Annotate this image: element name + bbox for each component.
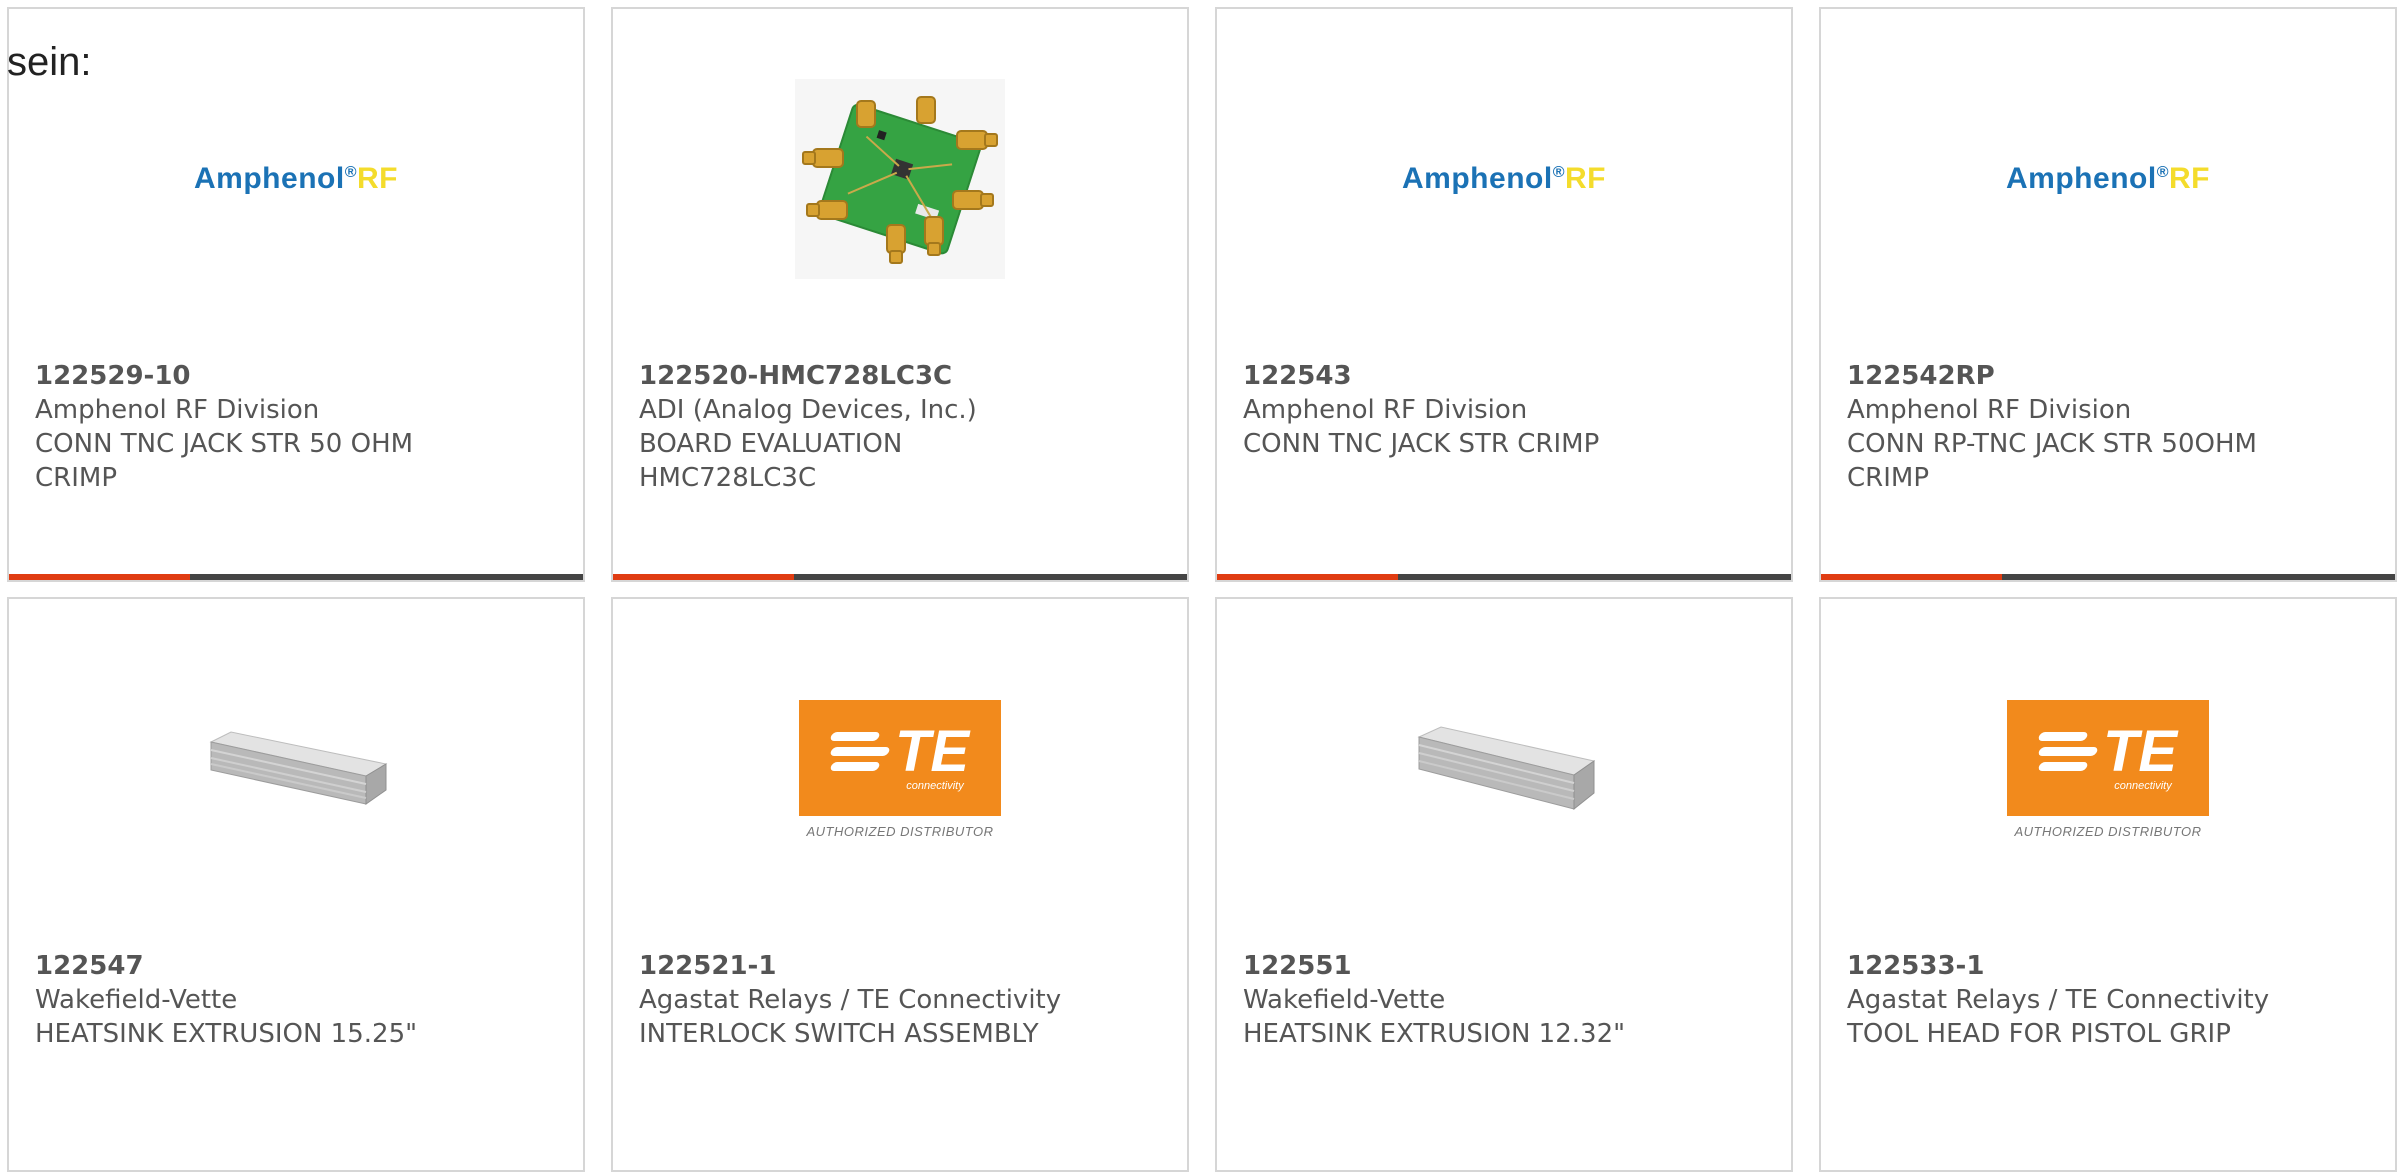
description: CONN TNC JACK STR CRIMP — [1243, 429, 1600, 459]
part-number[interactable]: 122547 — [35, 949, 563, 983]
te-connectivity-logo: TE connectivity AUTHORIZED DISTRIBUTOR — [2007, 699, 2209, 839]
product-image[interactable]: Amphenol®RF — [9, 49, 583, 309]
description: CONN TNC JACK STR 50 OHM CRIMP — [35, 429, 414, 493]
manufacturer: Amphenol RF Division — [1847, 395, 2132, 425]
card-bottom-bar-accent — [613, 574, 794, 580]
heatsink-photo — [1417, 726, 1596, 811]
product-image[interactable]: TE connectivity AUTHORIZED DISTRIBUTOR — [1821, 639, 2395, 899]
product-image[interactable]: TE connectivity AUTHORIZED DISTRIBUTOR — [613, 639, 1187, 899]
product-card[interactable]: 122551 Wakefield-Vette HEATSINK EXTRUSIO… — [1215, 597, 1793, 1172]
description: BOARD EVALUATION HMC728LC3C — [639, 429, 903, 493]
card-bottom-bar — [9, 574, 583, 580]
part-number[interactable]: 122529-10 — [35, 359, 563, 393]
product-image[interactable] — [1217, 639, 1791, 899]
product-image[interactable] — [613, 49, 1187, 309]
product-card[interactable]: 122520-HMC728LC3C ADI (Analog Devices, I… — [611, 7, 1189, 582]
description: TOOL HEAD FOR PISTOL GRIP — [1847, 1019, 2231, 1049]
product-card[interactable]: Amphenol®RF 122529-10 Amphenol RF Divisi… — [7, 7, 585, 582]
product-card[interactable]: Amphenol®RF 122543 Amphenol RF Division … — [1215, 7, 1793, 582]
product-card[interactable]: Amphenol®RF 122542RP Amphenol RF Divisio… — [1819, 7, 2397, 582]
product-image[interactable] — [9, 639, 583, 899]
intro-text: sein: — [7, 40, 92, 84]
card-bottom-bar-accent — [9, 574, 190, 580]
manufacturer: Agastat Relays / TE Connectivity — [639, 985, 1062, 1015]
part-number[interactable]: 122533-1 — [1847, 949, 2375, 983]
manufacturer: Amphenol RF Division — [1243, 395, 1528, 425]
amphenol-rf-logo: Amphenol®RF — [2006, 162, 2210, 195]
part-number[interactable]: 122520-HMC728LC3C — [639, 359, 1167, 393]
product-card[interactable]: 122547 Wakefield-Vette HEATSINK EXTRUSIO… — [7, 597, 585, 1172]
card-bottom-bar — [1217, 574, 1791, 580]
part-number[interactable]: 122551 — [1243, 949, 1771, 983]
manufacturer: Wakefield-Vette — [35, 985, 238, 1015]
product-image[interactable]: Amphenol®RF — [1821, 49, 2395, 309]
manufacturer: ADI (Analog Devices, Inc.) — [639, 395, 977, 425]
description: CONN RP-TNC JACK STR 50OHM CRIMP — [1847, 429, 2257, 493]
manufacturer: Wakefield-Vette — [1243, 985, 1446, 1015]
evaluation-board-photo — [795, 79, 1005, 279]
product-card[interactable]: TE connectivity AUTHORIZED DISTRIBUTOR 1… — [611, 597, 1189, 1172]
product-image[interactable]: Amphenol®RF — [1217, 49, 1791, 309]
part-number[interactable]: 122542RP — [1847, 359, 2375, 393]
description: HEATSINK EXTRUSION 12.32" — [1243, 1019, 1626, 1049]
card-bottom-bar-accent — [1217, 574, 1398, 580]
amphenol-rf-logo: Amphenol®RF — [1402, 162, 1606, 195]
description: INTERLOCK SWITCH ASSEMBLY — [639, 1019, 1039, 1049]
amphenol-rf-logo: Amphenol®RF — [194, 162, 398, 195]
te-connectivity-logo: TE connectivity AUTHORIZED DISTRIBUTOR — [799, 699, 1001, 839]
part-number[interactable]: 122521-1 — [639, 949, 1167, 983]
manufacturer: Agastat Relays / TE Connectivity — [1847, 985, 2270, 1015]
part-number[interactable]: 122543 — [1243, 359, 1771, 393]
card-bottom-bar — [613, 574, 1187, 580]
card-bottom-bar — [1821, 574, 2395, 580]
manufacturer: Amphenol RF Division — [35, 395, 320, 425]
product-card[interactable]: TE connectivity AUTHORIZED DISTRIBUTOR 1… — [1819, 597, 2397, 1172]
heatsink-photo — [209, 731, 388, 805]
card-bottom-bar-accent — [1821, 574, 2002, 580]
description: HEATSINK EXTRUSION 15.25" — [35, 1019, 418, 1049]
